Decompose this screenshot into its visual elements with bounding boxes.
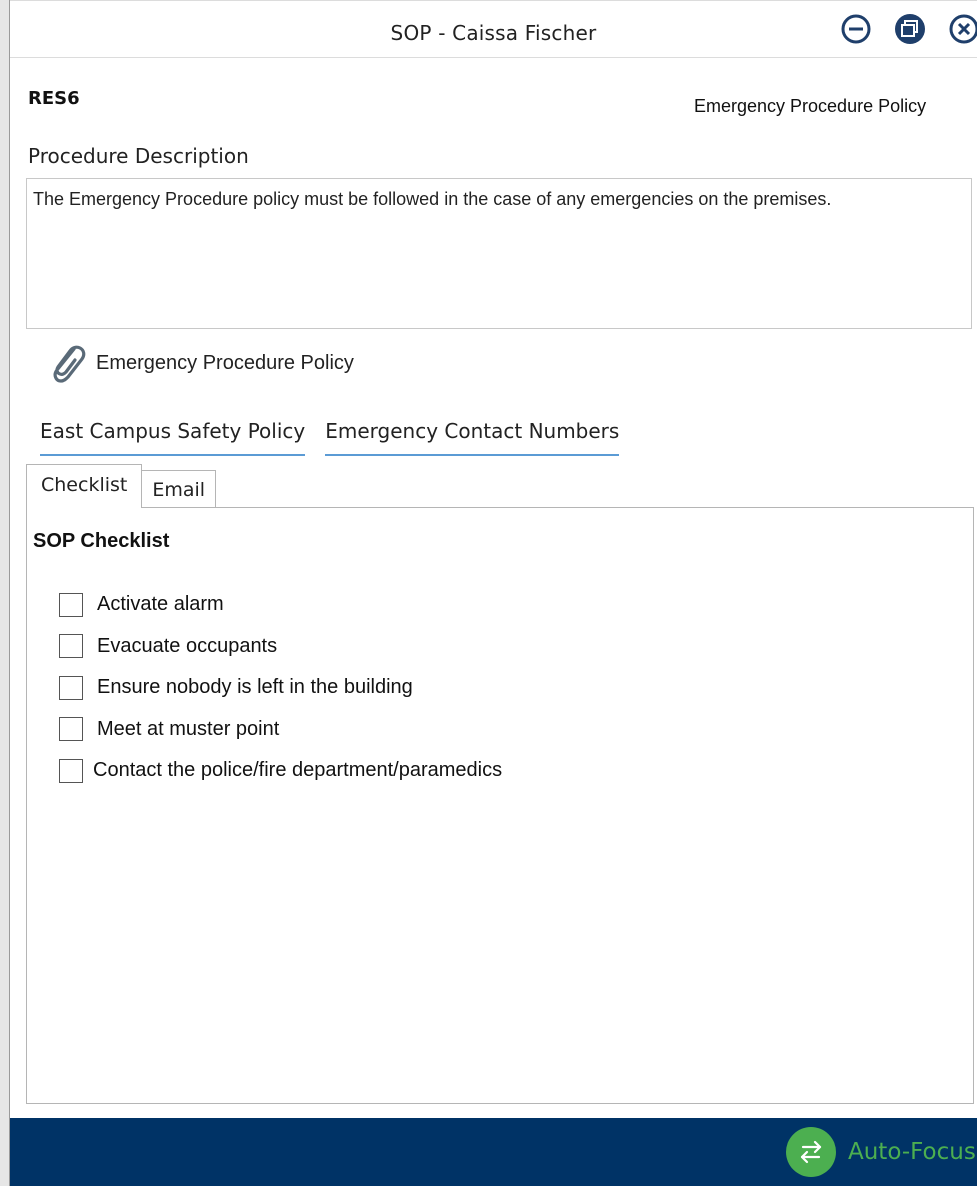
related-links: East Campus Safety Policy Emergency Cont… bbox=[40, 415, 639, 456]
tab-email[interactable]: Email bbox=[142, 470, 217, 508]
checklist-item-label: Meet at muster point bbox=[97, 717, 280, 740]
minimize-icon bbox=[841, 14, 871, 44]
checkbox[interactable] bbox=[59, 675, 83, 700]
link-east-campus-safety-policy[interactable]: East Campus Safety Policy bbox=[40, 415, 306, 456]
procedure-description-label: Procedure Description bbox=[28, 144, 249, 168]
checklist-item-label: Activate alarm bbox=[97, 593, 224, 616]
swap-arrows-icon bbox=[786, 1127, 836, 1177]
sop-window: SOP - Caissa Fischer RES6 Emergency Proc… bbox=[0, 0, 977, 1186]
policy-name: Emergency Procedure Policy bbox=[694, 96, 927, 116]
attachment-link[interactable]: Emergency Procedure Policy bbox=[44, 338, 354, 388]
restore-icon bbox=[895, 14, 925, 44]
procedure-description-text: The Emergency Procedure policy must be f… bbox=[26, 178, 972, 329]
title-bar: SOP - Caissa Fischer bbox=[10, 0, 977, 58]
checklist-title: SOP Checklist bbox=[33, 530, 170, 552]
tab-bar: Checklist Email bbox=[26, 464, 217, 508]
window-title: SOP - Caissa Fischer bbox=[390, 21, 597, 45]
checklist-item-label: Ensure nobody is left in the building bbox=[97, 676, 413, 699]
procedure-code: RES6 bbox=[28, 88, 80, 109]
attachment-label: Emergency Procedure Policy bbox=[96, 351, 354, 374]
checklist-item-label: Evacuate occupants bbox=[97, 634, 278, 657]
checklist-item-meet-at-muster-point[interactable]: Meet at muster point bbox=[59, 709, 502, 751]
restore-button[interactable] bbox=[894, 13, 926, 45]
checklist-item-contact-emergency-services[interactable]: Contact the police/fire department/param… bbox=[59, 750, 502, 792]
window-left-border bbox=[0, 0, 10, 1186]
link-emergency-contact-numbers[interactable]: Emergency Contact Numbers bbox=[325, 415, 620, 456]
auto-focus-button[interactable]: Auto-Focus bbox=[786, 1127, 976, 1177]
minimize-button[interactable] bbox=[840, 13, 872, 45]
close-button[interactable] bbox=[948, 13, 977, 45]
checklist-item-activate-alarm[interactable]: Activate alarm bbox=[59, 584, 502, 626]
footer-bar: Auto-Focus bbox=[10, 1118, 977, 1186]
auto-focus-label: Auto-Focus bbox=[848, 1139, 976, 1165]
tab-checklist[interactable]: Checklist bbox=[26, 464, 143, 508]
checklist-item-label: Contact the police/fire department/param… bbox=[93, 759, 503, 782]
close-icon bbox=[949, 14, 977, 44]
checklist-panel: SOP Checklist Activate alarm Evacuate oc… bbox=[26, 507, 974, 1104]
checklist-item-ensure-nobody-left[interactable]: Ensure nobody is left in the building bbox=[59, 667, 502, 709]
checkbox[interactable] bbox=[59, 717, 83, 742]
checkbox[interactable] bbox=[59, 758, 83, 783]
checkbox[interactable] bbox=[59, 592, 83, 617]
checklist-items: Activate alarm Evacuate occupants Ensure… bbox=[59, 584, 502, 792]
checklist-item-evacuate-occupants[interactable]: Evacuate occupants bbox=[59, 626, 502, 668]
paperclip-icon bbox=[53, 345, 86, 383]
checkbox[interactable] bbox=[59, 634, 83, 659]
